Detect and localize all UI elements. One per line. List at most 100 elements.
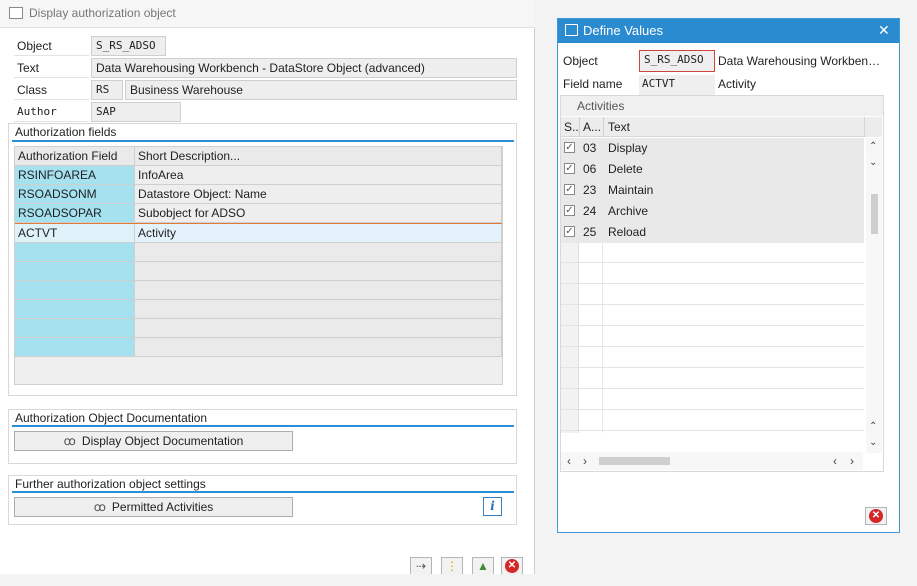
right-dialog-title: Define Values: [583, 23, 663, 38]
empty-row-cell[interactable]: [15, 281, 135, 300]
object-label: Object: [14, 36, 89, 56]
object-field[interactable]: S_RS_ADSO: [91, 36, 166, 56]
empty-row-cell[interactable]: [15, 262, 135, 281]
activity-code: 23: [583, 183, 597, 197]
selection-column: [561, 243, 579, 433]
documentation-title: Authorization Object Documentation: [15, 411, 208, 425]
list-item[interactable]: ✓ 06 Delete: [561, 159, 864, 180]
author-label: Author: [14, 102, 89, 122]
checkbox[interactable]: ✓: [564, 226, 575, 237]
empty-row-cell[interactable]: [15, 319, 135, 338]
checkbox[interactable]: ✓: [564, 184, 575, 195]
display-authorization-object-dialog: Display authorization object Object S_RS…: [0, 0, 535, 586]
section-underline: [12, 425, 514, 427]
empty-row-cell: [135, 243, 502, 262]
hierarchy-icon[interactable]: ⋮: [441, 557, 463, 575]
activity-text: Delete: [608, 162, 643, 176]
section-underline: [12, 140, 514, 142]
left-dialog-title: Display authorization object: [29, 6, 176, 20]
scroll-thumb[interactable]: [599, 457, 670, 465]
list-item[interactable]: ✓ 25 Reload: [561, 222, 864, 243]
cancel-icon[interactable]: ✕: [501, 557, 523, 575]
object-field[interactable]: S_RS_ADSO: [639, 50, 715, 72]
table-row-field[interactable]: RSINFOAREA: [15, 166, 135, 185]
activity-code: 06: [583, 162, 597, 176]
empty-row-cell: [135, 281, 502, 300]
scroll-down-icon[interactable]: ⌄: [869, 437, 877, 448]
scroll-left-icon[interactable]: ‹: [833, 454, 837, 468]
empty-row-line: [561, 430, 864, 431]
checkbox[interactable]: ✓: [564, 163, 575, 174]
scroll-thumb[interactable]: [871, 194, 878, 234]
class-code-field[interactable]: RS: [91, 80, 123, 100]
empty-row-line: [561, 262, 864, 263]
scroll-up-icon[interactable]: ⌃: [869, 421, 877, 432]
scroll-right-icon[interactable]: ›: [583, 454, 587, 468]
field-name-value: ACTVT: [639, 75, 715, 95]
empty-row-line: [561, 409, 864, 410]
column-header-description[interactable]: Short Description...: [135, 147, 502, 166]
info-icon[interactable]: i: [483, 497, 502, 516]
where-used-icon[interactable]: ⇢: [410, 557, 432, 575]
scroll-up-icon[interactable]: ⌃: [869, 141, 877, 152]
column-divider: [579, 117, 580, 137]
empty-row-cell: [135, 300, 502, 319]
column-header-text[interactable]: Text: [608, 120, 630, 134]
authorization-fields-table: Authorization Field Short Description...…: [14, 146, 503, 385]
table-row-field[interactable]: RSOADSONM: [15, 185, 135, 204]
activity-code: 24: [583, 204, 597, 218]
text-field[interactable]: Data Warehousing Workbench - DataStore O…: [91, 58, 517, 78]
activities-table: S.. A... Text ✓ 03 Display ✓ 06 Delete ✓…: [561, 117, 883, 457]
checkbox[interactable]: ✓: [564, 142, 575, 153]
object-label: Object: [563, 54, 598, 68]
class-name-field: Business Warehouse: [125, 80, 517, 100]
activity-text: Display: [608, 141, 648, 155]
right-title-bar[interactable]: Define Values ✕: [558, 19, 899, 43]
table-row-description: Subobject for ADSO: [135, 204, 502, 223]
empty-row-line: [561, 346, 864, 347]
scroll-down-icon[interactable]: ⌄: [869, 157, 877, 168]
text-label: Text: [14, 58, 89, 78]
left-title-bar: Display authorization object: [0, 0, 535, 28]
column-header-field[interactable]: Authorization Field: [15, 147, 135, 166]
empty-row-cell[interactable]: [15, 338, 135, 357]
empty-row-line: [561, 367, 864, 368]
horizontal-scrollbar[interactable]: ‹ › ‹ ›: [561, 452, 863, 470]
authorization-fields-title: Authorization fields: [15, 125, 117, 139]
activities-title: Activities: [577, 99, 625, 113]
display-object-documentation-button[interactable]: ꝏ Display Object Documentation: [14, 431, 293, 451]
glasses-icon: ꝏ: [63, 434, 76, 448]
table-row-field[interactable]: RSOADSOPAR: [15, 204, 135, 223]
column-header-s[interactable]: S..: [564, 120, 579, 134]
empty-row-line: [561, 325, 864, 326]
list-item[interactable]: ✓ 23 Maintain: [561, 180, 864, 201]
edit-icon: [565, 24, 578, 36]
further-settings-title: Further authorization object settings: [15, 477, 206, 491]
field-name-text: Activity: [718, 77, 757, 91]
empty-row-cell: [135, 319, 502, 338]
author-field[interactable]: SAP: [91, 102, 181, 122]
button-label: Display Object Documentation: [81, 434, 244, 448]
empty-row-cell[interactable]: [15, 300, 135, 319]
checkbox[interactable]: ✓: [564, 205, 575, 216]
button-label: Permitted Activities: [111, 500, 214, 514]
empty-row-cell[interactable]: [15, 243, 135, 262]
scroll-right-icon[interactable]: ›: [850, 454, 854, 468]
header-corner: [864, 117, 882, 137]
table-row-field-selected[interactable]: ACTVT: [15, 224, 135, 243]
permitted-activities-button[interactable]: ꝏ Permitted Activities: [14, 497, 293, 517]
activity-text: Maintain: [608, 183, 654, 197]
table-row-description: InfoArea: [135, 166, 502, 185]
list-item[interactable]: ✓ 03 Display: [561, 138, 864, 159]
empty-row-line: [561, 304, 864, 305]
transport-icon[interactable]: ▲: [472, 557, 494, 575]
section-underline: [12, 491, 514, 493]
activity-code: 25: [583, 225, 597, 239]
list-item[interactable]: ✓ 24 Archive: [561, 201, 864, 222]
scroll-left-icon[interactable]: ‹: [567, 454, 571, 468]
vertical-scrollbar[interactable]: ⌃ ⌄ ⌃ ⌄: [866, 138, 882, 453]
column-header-a[interactable]: A...: [583, 120, 601, 134]
empty-row-cell: [135, 338, 502, 357]
cancel-icon[interactable]: ✕: [865, 507, 887, 525]
close-icon[interactable]: ✕: [878, 22, 890, 39]
